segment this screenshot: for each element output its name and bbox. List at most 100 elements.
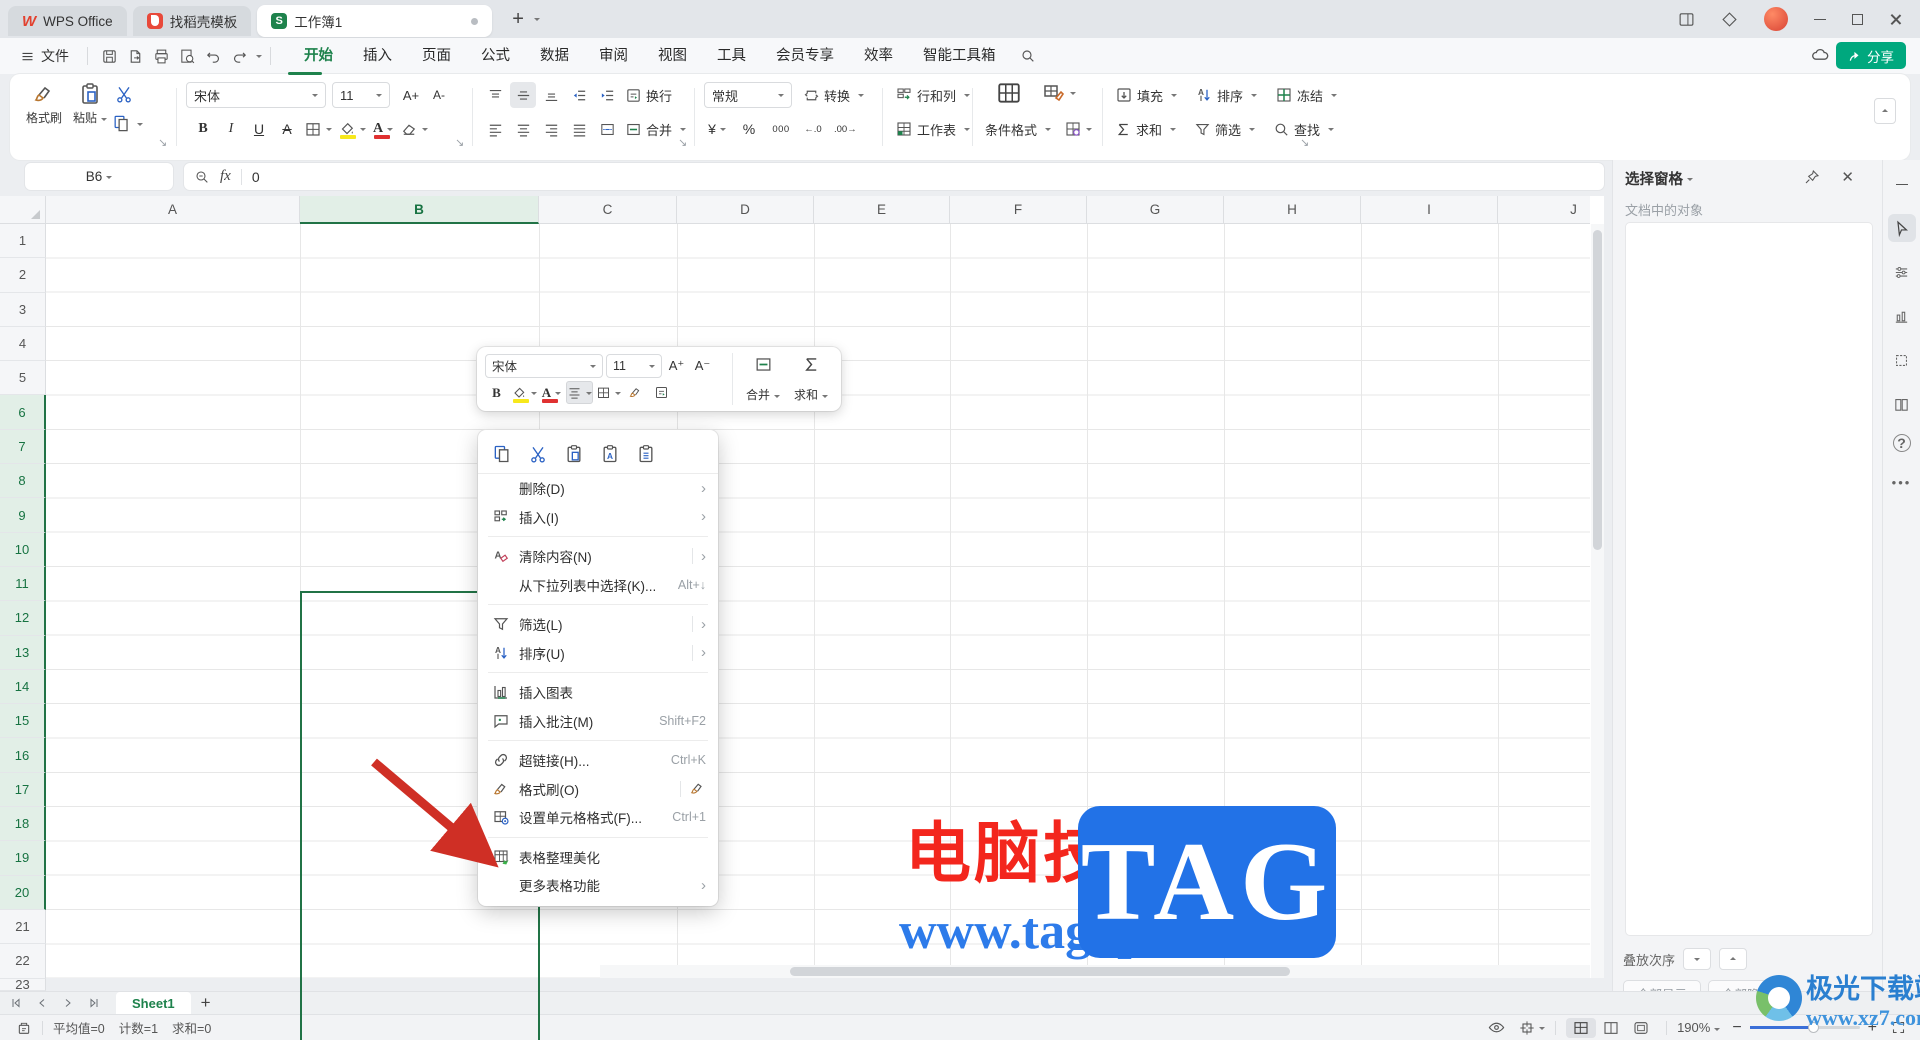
clipboard-dialog-launcher-icon[interactable]: ↘ [158, 136, 167, 149]
freeze-button[interactable]: 冻结 [1272, 82, 1340, 108]
column-header-F[interactable]: F [950, 196, 1087, 224]
row-header-4[interactable]: 4 [0, 326, 46, 362]
mini-merge-button[interactable]: 合并 [741, 353, 785, 405]
paste-icon[interactable] [564, 444, 584, 464]
wrap-text-button[interactable]: 换行 [622, 82, 675, 108]
row-header-5[interactable]: 5 [0, 361, 46, 396]
paste-format-icon[interactable] [600, 444, 620, 464]
horizontal-scrollbar-thumb[interactable] [790, 967, 1290, 976]
chart-pane-icon[interactable] [1888, 302, 1916, 330]
mini-fill-color-button[interactable] [511, 381, 537, 404]
column-header-I[interactable]: I [1361, 196, 1498, 224]
page-break-view-icon[interactable] [1626, 1018, 1656, 1038]
fill-color-button[interactable] [336, 116, 368, 142]
next-sheet-icon[interactable] [62, 997, 74, 1009]
row-header-7[interactable]: 7 [0, 429, 46, 465]
close-sidebar-icon[interactable]: ✕ [1841, 168, 1854, 186]
bold-button[interactable]: B [190, 116, 216, 142]
row-header-20[interactable]: 20 [0, 875, 46, 910]
skin-settings-icon[interactable] [1721, 11, 1738, 28]
mini-align-button[interactable] [566, 381, 593, 404]
column-header-G[interactable]: G [1087, 196, 1224, 224]
print-preview-icon[interactable] [174, 44, 200, 68]
mini-format-painter-button[interactable] [624, 381, 647, 404]
copy-icon[interactable] [492, 444, 512, 464]
cut-button[interactable] [114, 84, 134, 104]
quick-access-chevron-icon[interactable] [256, 55, 262, 61]
menu-tab-插入[interactable]: 插入 [348, 38, 407, 74]
last-sheet-icon[interactable] [88, 997, 100, 1009]
normal-view-icon[interactable] [1566, 1017, 1597, 1038]
worksheet-button[interactable]: 工作表 [892, 116, 973, 142]
font-name-select[interactable]: 宋体 [186, 82, 326, 108]
menu-tab-开始[interactable]: 开始 [289, 38, 348, 74]
mini-sum-button[interactable]: 求和 [789, 353, 833, 405]
selection-pane-tab-icon[interactable] [1887, 214, 1916, 242]
grid-background[interactable] [46, 224, 1590, 978]
align-right-button[interactable] [538, 116, 564, 142]
collapse-ribbon-button[interactable] [1874, 98, 1896, 124]
close-window-icon[interactable] [1889, 13, 1902, 26]
vertical-scrollbar-thumb[interactable] [1593, 230, 1602, 550]
shrink-font-button[interactable]: A- [426, 82, 452, 108]
context-menu-item-9[interactable]: 插入图表 [478, 678, 718, 707]
collapse-sidebar-icon[interactable] [1888, 170, 1916, 198]
format-painter-split-icon[interactable] [689, 780, 706, 797]
thousand-separator-button[interactable]: 000 [768, 116, 794, 142]
sum-button[interactable]: 求和 [1112, 116, 1179, 142]
rows-columns-button[interactable]: 行和列 [892, 82, 973, 108]
app-tab-2[interactable]: S 工作簿1 [257, 5, 493, 37]
search-icon[interactable] [1015, 44, 1041, 68]
print-icon[interactable] [148, 44, 174, 68]
context-menu-item-0[interactable]: 删除(D) › [478, 474, 718, 503]
app-tab-1[interactable]: 找稻壳模板 [132, 6, 252, 36]
column-header-A[interactable]: A [46, 196, 300, 224]
menu-tab-会员专享[interactable]: 会员专享 [761, 38, 849, 74]
name-box[interactable]: B6 [25, 163, 173, 190]
currency-format-button[interactable]: ¥ [704, 116, 730, 142]
sheet-tab-sheet1[interactable]: Sheet1 [116, 991, 191, 1015]
menu-tab-公式[interactable]: 公式 [466, 38, 525, 74]
zoom-level[interactable]: 190% [1677, 1020, 1721, 1035]
cell-styles-button[interactable] [1062, 116, 1094, 142]
row-header-2[interactable]: 2 [0, 258, 46, 293]
horizontal-scrollbar[interactable] [600, 965, 1590, 978]
menu-tab-智能工具箱[interactable]: 智能工具箱 [908, 38, 1011, 74]
align-bottom-button[interactable] [538, 82, 564, 108]
file-menu[interactable]: 文件 [10, 46, 79, 66]
row-header-23[interactable]: 23 [0, 977, 46, 992]
mini-grow-font-button[interactable]: A⁺ [665, 354, 688, 377]
export-icon[interactable] [122, 44, 148, 68]
previous-sheet-icon[interactable] [36, 997, 48, 1009]
align-left-button[interactable] [482, 116, 508, 142]
cell-reading-mode-icon[interactable] [1519, 1020, 1546, 1036]
row-header-22[interactable]: 22 [0, 944, 46, 979]
row-header-11[interactable]: 11 [0, 566, 46, 602]
editing-dialog-launcher-icon[interactable]: ↘ [1300, 136, 1309, 149]
tab-list-chevron-icon[interactable] [533, 18, 540, 24]
stack-down-button[interactable] [1683, 948, 1712, 970]
strikethrough-button[interactable]: A [274, 116, 300, 142]
mini-shrink-font-button[interactable]: A⁻ [691, 354, 714, 377]
paste-button[interactable]: 粘贴 [68, 82, 112, 126]
eraser-button[interactable] [398, 116, 430, 142]
context-menu-item-12[interactable]: 超链接(H)... Ctrl+K [478, 746, 718, 775]
context-menu-item-7[interactable]: 排序(U) › [478, 639, 718, 668]
row-header-9[interactable]: 9 [0, 498, 46, 533]
context-menu-item-6[interactable]: 筛选(L) › [478, 610, 718, 639]
property-tune-icon[interactable] [1888, 258, 1916, 286]
context-menu-item-4[interactable]: 从下拉列表中选择(K)... Alt+↓ [478, 571, 718, 600]
minimize-window-icon[interactable] [1814, 18, 1826, 20]
maximize-window-icon[interactable] [1852, 13, 1863, 25]
align-top-button[interactable] [482, 82, 508, 108]
context-menu-item-16[interactable]: 表格整理美化 [478, 843, 718, 872]
column-header-C[interactable]: C [539, 196, 677, 224]
spreadsheet-grid[interactable]: ABCDEFGHIJ 1 2 3 4 5 6 7 8 9 10 11 12 13 14 15 16 17 18 19… [0, 196, 1604, 1040]
number-format-select[interactable]: 常规 [704, 82, 792, 108]
row-header-15[interactable]: 15 [0, 704, 46, 739]
row-header-18[interactable]: 18 [0, 807, 46, 842]
italic-button[interactable]: I [218, 116, 244, 142]
align-center-button[interactable] [510, 116, 536, 142]
select-all-corner[interactable] [0, 196, 46, 224]
conditional-format-button[interactable]: 条件格式 [982, 116, 1054, 142]
